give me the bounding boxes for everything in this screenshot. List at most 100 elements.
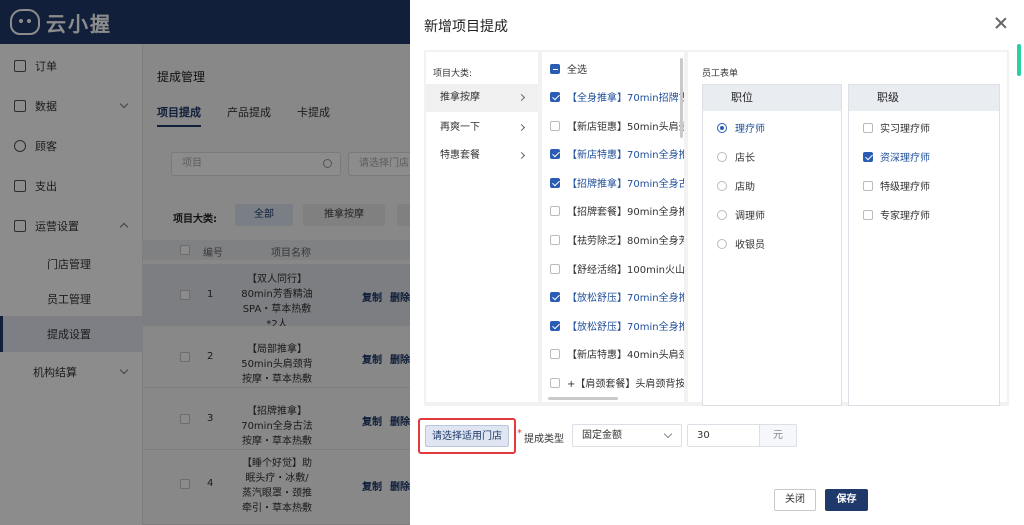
project-option[interactable]: 【招牌推拿】70min全身古	[550, 175, 684, 195]
position-label: 店长	[735, 153, 755, 164]
project-option[interactable]: 【招牌套餐】90min全身推	[550, 203, 684, 223]
chevron-right-icon	[517, 93, 526, 102]
category-item[interactable]: 特惠套餐	[426, 142, 538, 170]
category-item-label: 推拿按摩	[440, 92, 480, 103]
close-icon[interactable]	[994, 16, 1008, 30]
amount-input[interactable]: 30	[687, 424, 759, 447]
horizontal-scrollbar[interactable]	[548, 397, 618, 400]
drawer-title: 新增项目提成	[424, 19, 508, 35]
project-label: 【新店特惠】70min全身推	[567, 150, 684, 162]
radio-button[interactable]	[717, 152, 727, 162]
chevron-right-icon	[517, 151, 526, 160]
position-label: 店助	[735, 182, 755, 193]
radio-button[interactable]	[717, 181, 727, 191]
project-checkbox[interactable]	[550, 92, 560, 102]
select-all-label: 全选	[567, 65, 587, 76]
category-column: 项目大类: 推拿按摩 再爽一下 特惠套餐	[426, 52, 538, 402]
position-option[interactable]: 调理师	[717, 208, 765, 226]
level-checkbox[interactable]	[863, 210, 873, 220]
project-option[interactable]: 【祛劳除乏】80min全身芳	[550, 232, 684, 252]
category-item[interactable]: 推拿按摩	[426, 84, 538, 112]
project-option[interactable]: 【舒经活络】100min火山	[550, 261, 684, 281]
project-label: 【放松舒压】70min全身推	[567, 293, 684, 305]
save-button[interactable]: 保存	[825, 489, 868, 511]
staff-column: 员工表单 职位 理疗师店长店助调理师收银员 职级 实习理疗师资深理疗师特级理疗师…	[688, 52, 1007, 406]
radio-button[interactable]	[717, 123, 727, 133]
position-label: 理疗师	[735, 124, 765, 135]
close-button[interactable]: 关闭	[774, 489, 816, 511]
category-item[interactable]: 再爽一下	[426, 114, 538, 142]
level-checkbox[interactable]	[863, 123, 873, 133]
category-item-label: 特惠套餐	[440, 150, 480, 161]
select-store-button[interactable]: 请选择适用门店	[425, 425, 509, 447]
level-option[interactable]: 实习理疗师	[863, 121, 930, 139]
project-checkbox[interactable]	[550, 320, 560, 331]
category-column-title: 项目大类:	[433, 69, 473, 79]
project-option[interactable]: 【全身推拿】70min招牌古	[550, 89, 684, 109]
level-card: 职级 实习理疗师资深理疗师特级理疗师专家理疗师	[848, 84, 1000, 406]
store-button-highlight: 请选择适用门店	[418, 418, 516, 454]
position-card: 职位 理疗师店长店助调理师收银员	[702, 84, 842, 406]
vertical-scrollbar[interactable]	[680, 58, 683, 138]
level-label: 资深理疗师	[880, 153, 930, 164]
level-label: 特级理疗师	[880, 182, 930, 193]
position-label: 调理师	[735, 211, 765, 222]
project-column: 全选 【全身推拿】70min招牌古 【新店钜惠】50min头肩颈 【新店特惠】70m…	[542, 52, 684, 402]
position-option[interactable]: 店助	[717, 179, 755, 197]
project-label: 【放松舒压】70min全身推	[567, 321, 684, 333]
select-all-checkbox[interactable]	[550, 64, 560, 74]
project-label: 【招牌推拿】70min全身古	[567, 178, 684, 190]
amount-unit: 元	[759, 424, 797, 447]
chevron-right-icon	[517, 123, 526, 132]
scroll-indicator[interactable]	[1017, 44, 1021, 76]
app-root: 云小握 订单 数据 顾客 支出 运营设置 门店管理 员工管理 提成设置 机构结算…	[0, 0, 1024, 525]
radio-button[interactable]	[717, 210, 727, 220]
project-label: 【舒经活络】100min火山	[567, 264, 684, 276]
commission-type-select[interactable]: 固定金额	[572, 424, 682, 447]
radio-button[interactable]	[717, 239, 727, 249]
project-option[interactable]: 【新店特惠】70min全身推	[550, 146, 684, 166]
level-label: 实习理疗师	[880, 124, 930, 135]
project-checkbox[interactable]	[550, 378, 560, 388]
project-label: 【招牌套餐】90min全身推	[567, 207, 684, 219]
position-option[interactable]: 店长	[717, 150, 755, 168]
required-mark: *	[517, 428, 522, 439]
project-checkbox[interactable]	[550, 149, 560, 160]
category-item-label: 再爽一下	[440, 122, 480, 133]
project-label: 【全身推拿】70min招牌古	[567, 93, 684, 104]
project-checkbox[interactable]	[550, 235, 560, 245]
project-checkbox[interactable]	[550, 263, 560, 274]
project-checkbox[interactable]	[550, 349, 560, 360]
staff-column-title: 员工表单	[702, 69, 739, 79]
project-checkbox[interactable]	[550, 120, 560, 131]
selection-panel: 项目大类: 推拿按摩 再爽一下 特惠套餐 全选 【全身推拿】70min招牌古 【…	[424, 50, 1009, 406]
commission-type-value: 固定金额	[582, 430, 622, 441]
level-option[interactable]: 特级理疗师	[863, 179, 930, 197]
level-checkbox[interactable]	[863, 152, 873, 162]
project-checkbox[interactable]	[550, 177, 560, 188]
project-label: 【祛劳除乏】80min全身芳	[567, 236, 684, 247]
level-option[interactable]: 专家理疗师	[863, 208, 930, 226]
position-header: 职位	[703, 85, 841, 111]
level-option[interactable]: 资深理疗师	[863, 150, 930, 168]
project-label: 【新店特惠】40min头肩颈	[567, 350, 684, 362]
chevron-down-icon	[663, 429, 673, 439]
level-label: 专家理疗师	[880, 211, 930, 222]
position-label: 收银员	[735, 240, 765, 251]
project-checkbox[interactable]	[550, 292, 560, 303]
project-option[interactable]: 【新店特惠】40min头肩颈	[550, 346, 684, 366]
project-checkbox[interactable]	[550, 206, 560, 217]
position-option[interactable]: 理疗师	[717, 121, 765, 139]
level-checkbox[interactable]	[863, 181, 873, 191]
position-option[interactable]: 收银员	[717, 237, 765, 255]
project-option[interactable]: 【放松舒压】70min全身推	[550, 289, 684, 309]
level-header: 职级	[849, 85, 999, 111]
modal-overlay[interactable]	[0, 0, 410, 525]
project-option[interactable]: +【肩颈套餐】头肩颈背按	[550, 375, 684, 395]
project-option[interactable]: 【放松舒压】70min全身推	[550, 318, 684, 338]
add-commission-drawer: 新增项目提成 项目大类: 推拿按摩 再爽一下 特惠套餐 全选 【全身推拿】70m…	[410, 0, 1024, 525]
project-label: +【肩颈套餐】头肩颈背按	[567, 379, 684, 390]
project-label: 【新店钜惠】50min头肩颈	[567, 121, 684, 133]
select-all-option[interactable]: 全选	[550, 61, 587, 81]
project-option[interactable]: 【新店钜惠】50min头肩颈	[550, 118, 684, 138]
